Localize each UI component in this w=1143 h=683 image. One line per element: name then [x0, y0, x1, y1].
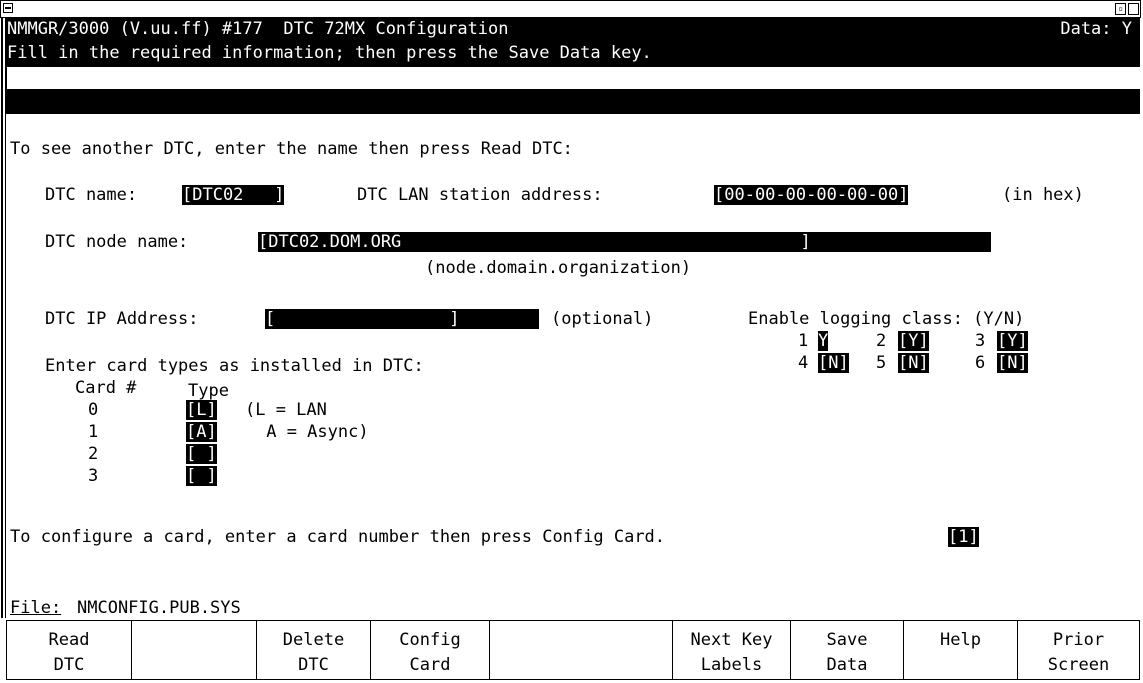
lan-address-suffix: (in hex) — [1002, 185, 1084, 205]
log-class-5-field[interactable]: [N] — [898, 353, 929, 373]
card-1-note: A = Async) — [256, 422, 369, 442]
window-titlebar: ▫ — [0, 0, 1141, 18]
dtc-name-label: DTC name: — [45, 185, 138, 205]
card-type-header: Type — [188, 381, 229, 401]
log-class-4-field[interactable]: [N] — [818, 353, 849, 373]
ip-address-suffix: (optional) — [551, 309, 654, 329]
fkey-1-line1: Read — [48, 630, 90, 650]
fkey-3-line1: Delete — [282, 630, 345, 650]
data-flag: Data: Y — [1060, 19, 1132, 39]
fkey-read-dtc[interactable]: Read DTC — [6, 620, 132, 680]
header-instructions: Fill in the required information; then p… — [7, 43, 652, 63]
fkey-next-key-labels[interactable]: Next Key Labels — [672, 620, 791, 680]
dtc-name-field[interactable]: [DTC02 ] — [182, 185, 285, 205]
lan-address-label: DTC LAN station address: — [357, 185, 603, 205]
logging-label: Enable logging class: (Y/N) — [748, 309, 1025, 329]
log-class-4-num: 4 — [798, 353, 809, 373]
fkey-7-line2: Data — [826, 655, 868, 675]
node-name-label: DTC node name: — [45, 232, 189, 252]
function-key-bar: Read DTC Delete DTC Config Card Next Key… — [6, 620, 1140, 682]
card-3-num: 3 — [88, 466, 99, 486]
fkey-9-line2: Screen — [1047, 655, 1110, 675]
intro-text: To see another DTC, enter the name then … — [10, 139, 573, 159]
fkey-3-line2: DTC — [298, 655, 329, 675]
command-line[interactable]: Command: — [7, 67, 1140, 107]
config-card-label: To configure a card, enter a card number… — [10, 527, 666, 547]
fkey-config-card[interactable]: Config Card — [370, 620, 490, 680]
system-menu-icon[interactable] — [3, 3, 13, 13]
log-class-3-num: 3 — [975, 331, 986, 351]
left-border — [1, 18, 3, 618]
fkey-delete-dtc[interactable]: Delete DTC — [256, 620, 371, 680]
fkey-6-line1: Next Key — [690, 630, 773, 650]
fkey-help[interactable]: Help — [903, 620, 1018, 680]
log-class-1-num: 1 — [798, 331, 809, 351]
fkey-2[interactable] — [131, 620, 257, 680]
card-3-type-field[interactable]: [ ] — [186, 466, 217, 486]
log-class-2-field[interactable]: [Y] — [898, 331, 929, 351]
card-1-type-field[interactable]: [A] — [186, 422, 217, 442]
card-number-header: Card # — [75, 378, 137, 398]
ip-address-label: DTC IP Address: — [45, 309, 199, 329]
fkey-8-line1: Help — [940, 630, 981, 650]
config-card-field[interactable]: [1] — [948, 527, 979, 547]
fkey-9-line1: Prior — [1052, 630, 1105, 650]
fkey-4-line2: Card — [409, 655, 451, 675]
fkey-prior-screen[interactable]: Prior Screen — [1017, 620, 1140, 680]
fkey-5[interactable] — [489, 620, 673, 680]
node-name-field[interactable]: [DTC02.DOM.ORG ] — [258, 232, 991, 252]
log-class-3-field[interactable]: [Y] — [997, 331, 1028, 351]
fkey-4-line1: Config — [399, 630, 461, 650]
command-label: Command: — [47, 87, 130, 107]
fkey-1-line2: DTC — [53, 655, 85, 675]
card-2-num: 2 — [88, 444, 99, 464]
fkey-7-line1: Save — [826, 630, 868, 650]
lan-address-field[interactable]: [00-00-00-00-00-00] — [714, 185, 909, 205]
log-class-2-num: 2 — [876, 331, 887, 351]
log-class-6-num: 6 — [975, 353, 986, 373]
file-name: NMCONFIG.PUB.SYS — [77, 598, 241, 618]
file-label: File: — [10, 598, 62, 618]
fkey-save-data[interactable]: Save Data — [790, 620, 904, 680]
maximize-icon[interactable] — [1128, 3, 1139, 15]
minimize-icon[interactable]: ▫ — [1115, 3, 1126, 15]
card-0-type-field[interactable]: [L] — [186, 400, 217, 420]
card-1-num: 1 — [88, 422, 99, 442]
card-0-note: (L = LAN — [245, 400, 327, 420]
screen-header: NMMGR/3000 (V.uu.ff) #177 DTC 72MX Confi… — [6, 18, 1140, 114]
card-0-num: 0 — [88, 400, 99, 420]
card-2-type-field[interactable]: [ ] — [186, 444, 217, 464]
card-types-intro: Enter card types as installed in DTC: — [45, 356, 424, 376]
log-class-5-num: 5 — [876, 353, 887, 373]
log-class-1-field[interactable]: Y — [818, 331, 829, 351]
log-class-6-field[interactable]: [N] — [997, 353, 1028, 373]
header-title: NMMGR/3000 (V.uu.ff) #177 DTC 72MX Confi… — [7, 19, 509, 39]
node-name-hint: (node.domain.organization) — [425, 258, 692, 278]
fkey-6-line2: Labels — [700, 655, 763, 675]
ip-address-field[interactable]: [ ] — [265, 309, 539, 329]
